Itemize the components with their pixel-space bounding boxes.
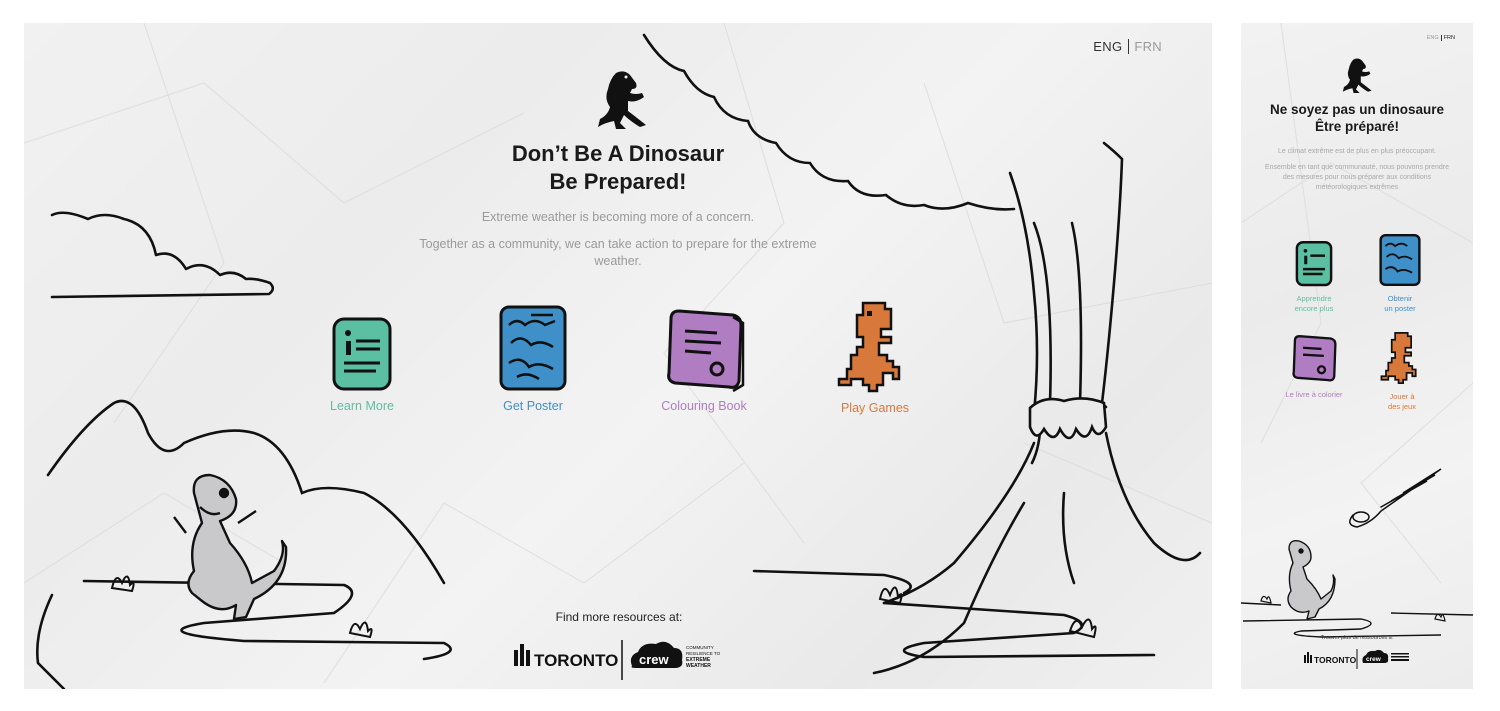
mobile-lang-eng-link[interactable]: ENG [1426, 35, 1442, 41]
mobile-crew-logo[interactable]: crew [1362, 649, 1409, 663]
mobile-title-line-1: Ne soyez pas un dinosaure [1269, 102, 1445, 117]
mobile-dinosaur-logo-icon [1342, 58, 1372, 93]
mobile-crew-logo-text: crew [1366, 656, 1382, 663]
ground-line-drawing [36, 579, 452, 689]
mobile-intro-line-1: Le climat extrême est de plus en plus pr… [1278, 148, 1436, 155]
mountain-drawing [46, 399, 446, 585]
mobile-lang-frn-link[interactable]: FRN [1442, 35, 1455, 41]
language-switcher: ENG FRN [1093, 39, 1162, 54]
mobile-grey-dinosaur-drawing [1287, 539, 1336, 620]
mobile-page: ENG FRN Ne soyez pas un dinosaure Être pr… [1241, 23, 1473, 689]
intro-line-1: Extreme weather is becoming more of a co… [481, 210, 755, 224]
mobile-pixel-dinosaur-icon [1380, 332, 1417, 384]
mobile-learn-more-button[interactable]: Apprendre encore plus [1274, 237, 1354, 314]
learn-more-button[interactable]: Learn More [292, 313, 432, 413]
crew-tagline-1: COMMUNITY [686, 645, 714, 650]
intro-text: Extreme weather is becoming more of a co… [418, 209, 818, 280]
lang-frn-link[interactable]: FRN [1129, 39, 1162, 54]
title-line-2: Be Prepared! [549, 169, 687, 194]
mobile-poster-icon [1379, 233, 1421, 287]
crew-logo[interactable]: crew COMMUNITY RESILIENCE TO EXTREME WEA… [630, 641, 721, 669]
colouring-book-button[interactable]: Colouring Book [634, 301, 774, 413]
lang-eng-link[interactable]: ENG [1093, 39, 1130, 54]
comet-drawing [1349, 468, 1442, 528]
mobile-colouring-book-label: Le livre à colorier [1285, 390, 1343, 399]
colouring-book-icon [667, 309, 745, 393]
mobile-intro-line-2: Ensemble en tant que communauté, nous po… [1264, 164, 1450, 191]
mobile-toronto-logo[interactable]: TORONTO [1304, 652, 1357, 665]
crew-tagline-2: RESILIENCE TO [686, 651, 721, 656]
partner-logos: TORONTO crew COMMUNITY RESILIENCE TO EXT… [514, 640, 721, 680]
dinosaur-logo-icon [598, 71, 646, 129]
mobile-partner-logos: TORONTO crew [1304, 649, 1409, 669]
play-games-label: Play Games [840, 401, 910, 415]
page-title: Don’t Be A Dinosaur Be Prepared! [418, 140, 818, 196]
colouring-book-label: Colouring Book [661, 399, 747, 413]
mobile-language-switcher: ENG FRN [1426, 35, 1455, 41]
mobile-play-games-label: Jouer à des jeux [1388, 392, 1416, 411]
grey-dinosaur-drawing [173, 473, 288, 621]
play-games-button[interactable]: Play Games [805, 299, 945, 415]
title-line-1: Don’t Be A Dinosaur [511, 141, 725, 166]
mobile-learn-more-label: Apprendre encore plus [1294, 294, 1334, 313]
mobile-title-line-2: Être préparé! [1314, 119, 1400, 134]
mobile-colouring-book-icon [1292, 335, 1337, 382]
tree-trunk-drawing [1008, 141, 1124, 465]
resources-caption: Find more resources at: [555, 610, 683, 624]
mobile-get-poster-label: Obtenir un poster [1384, 294, 1416, 313]
mobile-colouring-book-button[interactable]: Le livre à colorier [1274, 329, 1354, 400]
get-poster-label: Get Poster [503, 399, 563, 413]
toronto-logo-text: TORONTO [534, 651, 618, 670]
desktop-page: ENG FRN Don’t Be A Dinosaur Be Prepared! … [24, 23, 1212, 689]
intro-line-2: Together as a community, we can take act… [419, 237, 817, 268]
learn-more-label: Learn More [330, 399, 394, 413]
info-document-icon [332, 317, 392, 391]
mobile-get-poster-button[interactable]: Obtenir un poster [1360, 231, 1440, 314]
crew-logo-text: crew [639, 652, 670, 667]
mobile-info-document-icon [1295, 240, 1333, 287]
mobile-page-title: Ne soyez pas un dinosaure Être préparé! [1241, 101, 1473, 135]
cloud-drawing [50, 211, 275, 299]
mobile-toronto-logo-text: TORONTO [1314, 655, 1357, 665]
mobile-play-games-button[interactable]: Jouer à des jeux [1362, 329, 1442, 412]
get-poster-button[interactable]: Get Poster [463, 303, 603, 413]
mobile-resources-caption: Trouver plus de ressources à: [1320, 635, 1394, 641]
crew-tagline-4: WEATHER [686, 663, 711, 669]
poster-icon [499, 305, 567, 391]
toronto-logo[interactable]: TORONTO [514, 644, 618, 670]
mobile-intro-text: Le climat extrême est de plus en plus pr… [1259, 147, 1455, 199]
pixel-dinosaur-icon [837, 301, 901, 393]
